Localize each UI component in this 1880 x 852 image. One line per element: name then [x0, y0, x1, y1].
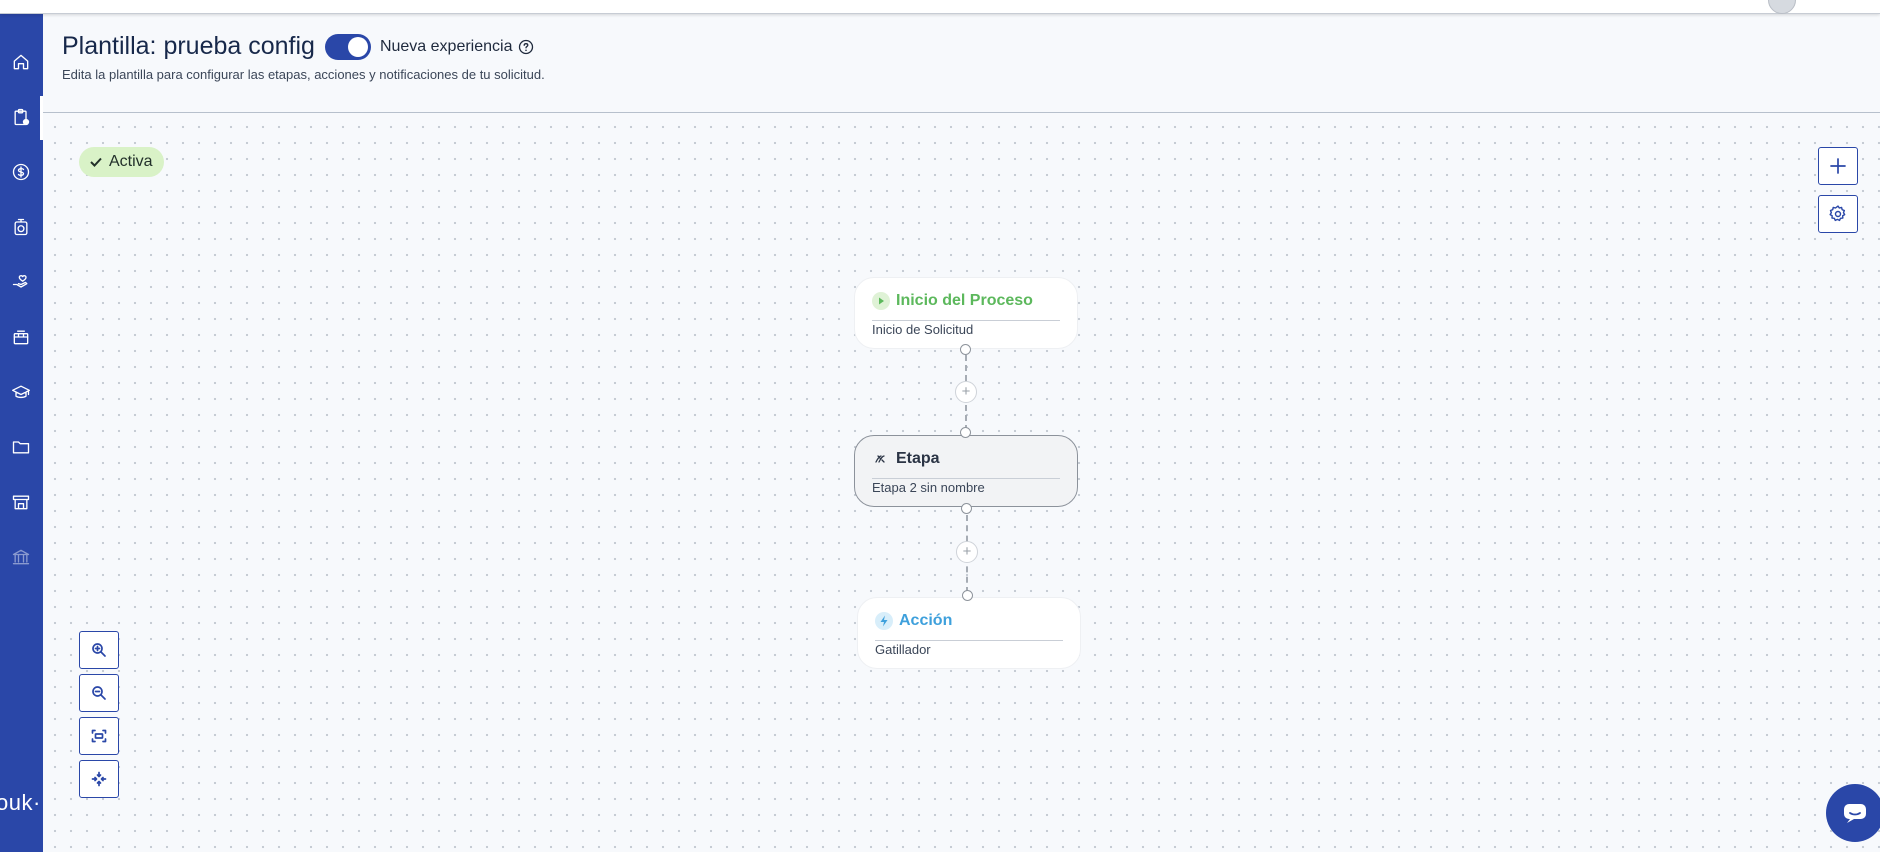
node-output-port[interactable]	[960, 344, 971, 355]
new-experience-label: Nueva experiencia	[379, 37, 513, 55]
gear-icon	[1829, 205, 1846, 222]
clock-icon	[14, 218, 28, 236]
plus-icon	[1830, 158, 1846, 174]
play-icon	[872, 292, 890, 310]
sidebar-item-attendance[interactable]	[6, 212, 36, 242]
sidebar-active-indicator	[40, 96, 43, 140]
center-view-button[interactable]	[79, 760, 119, 798]
sidebar-item-bank[interactable]	[6, 542, 36, 572]
flow-node-start[interactable]: Inicio del Proceso Inicio de Solicitud	[854, 277, 1078, 349]
top-bar	[0, 0, 1880, 14]
chat-icon	[1844, 804, 1866, 823]
fit-view-icon	[91, 729, 107, 743]
user-avatar[interactable]	[1768, 0, 1796, 14]
node-input-port[interactable]	[960, 427, 971, 438]
brand-logo: ouk·	[0, 790, 41, 815]
center-icon	[91, 771, 107, 787]
zoom-out-button[interactable]	[79, 674, 119, 712]
stage-icon	[875, 455, 885, 463]
fit-view-button[interactable]	[79, 717, 119, 755]
node-subtitle: Gatillador	[875, 642, 931, 657]
sidebar-item-learning[interactable]	[6, 377, 36, 407]
sidebar-item-documents[interactable]	[6, 432, 36, 462]
bank-icon	[12, 549, 30, 565]
graduation-cap-icon	[12, 385, 31, 399]
sidebar-item-payroll[interactable]	[6, 157, 36, 187]
home-icon	[13, 54, 29, 70]
gift-icon	[13, 330, 29, 345]
bolt-icon	[875, 612, 893, 630]
zoom-in-icon	[92, 643, 106, 657]
zoom-in-button[interactable]	[79, 631, 119, 669]
settings-button[interactable]	[1818, 195, 1858, 233]
help-icon[interactable]	[518, 39, 534, 55]
sidebar-item-store[interactable]	[6, 487, 36, 517]
sidebar-item-home[interactable]	[6, 47, 36, 77]
store-icon	[12, 495, 30, 510]
node-title: Inicio del Proceso	[896, 292, 1033, 309]
folder-icon	[12, 441, 30, 454]
node-title: Acción	[899, 612, 953, 629]
page-header: Plantilla: prueba config Nueva experienc…	[43, 14, 1880, 113]
chat-widget-button[interactable]	[1826, 784, 1880, 842]
node-subtitle: Etapa 2 sin nombre	[872, 480, 985, 495]
status-badge: Activa	[79, 147, 164, 177]
check-icon	[90, 157, 102, 167]
add-step-button[interactable]: +	[956, 541, 978, 563]
node-output-port[interactable]	[961, 503, 972, 514]
add-step-button[interactable]: +	[955, 381, 977, 403]
dollar-icon	[12, 163, 30, 181]
flow-node-stage[interactable]: Etapa Etapa 2 sin nombre	[854, 435, 1078, 507]
add-node-button[interactable]	[1818, 147, 1858, 185]
status-label: Activa	[109, 153, 153, 170]
toggle-knob	[347, 36, 368, 57]
node-title: Etapa	[896, 450, 940, 467]
sidebar-item-rewards[interactable]	[6, 322, 36, 352]
zoom-out-icon	[92, 686, 106, 700]
page-subtitle: Edita la plantilla para configurar las e…	[62, 67, 545, 82]
clipboard-icon	[14, 108, 30, 126]
flow-node-action[interactable]: Acción Gatillador	[857, 597, 1081, 669]
node-subtitle: Inicio de Solicitud	[872, 322, 974, 337]
sidebar-item-requests[interactable]	[6, 102, 36, 132]
sidebar-item-benefits[interactable]	[6, 267, 36, 297]
sidebar: ouk·	[0, 0, 43, 852]
new-experience-toggle[interactable]	[324, 33, 371, 60]
node-input-port[interactable]	[962, 590, 973, 601]
hand-heart-icon	[12, 275, 28, 288]
page-title: Plantilla: prueba config	[62, 32, 315, 60]
